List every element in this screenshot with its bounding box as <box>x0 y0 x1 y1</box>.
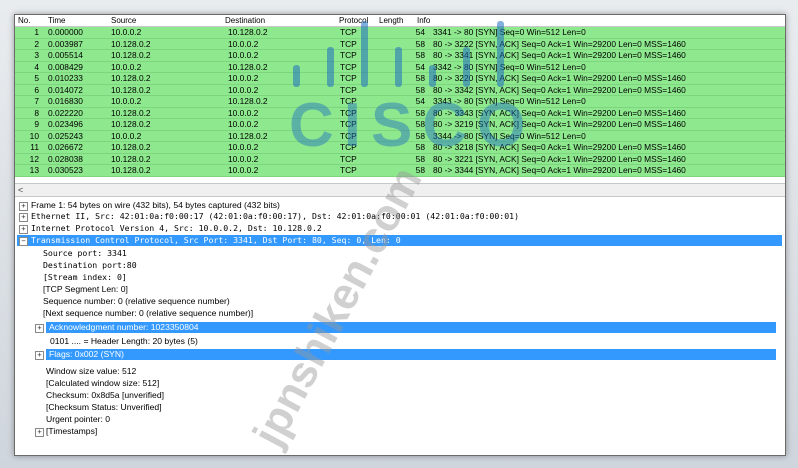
column-info[interactable]: Info <box>417 15 430 26</box>
table-row[interactable]: 7 0.016830 10.0.0.2 10.128.0.2 TCP 54 3343 -> … <box>15 96 785 108</box>
detail-window-size[interactable]: Window size value: 512 <box>46 366 136 377</box>
detail-sequence-number[interactable]: Sequence number: 0 (relative sequence nu… <box>43 296 230 307</box>
detail-next-sequence[interactable]: [Next sequence number: 0 (relative seque… <box>43 308 253 319</box>
column-length[interactable]: Length <box>379 15 403 26</box>
expand-plus-icon[interactable]: + <box>35 428 44 437</box>
expand-plus-icon[interactable]: + <box>19 213 28 222</box>
detail-frame[interactable]: Frame 1: 54 bytes on wire (432 bits), 54… <box>31 200 280 211</box>
table-row[interactable]: 9 0.023496 10.128.0.2 10.0.0.2 TCP 58 80 -> 32… <box>15 119 785 131</box>
wireshark-window: No. Time Source Destination Protocol Len… <box>14 14 786 456</box>
table-row[interactable]: 4 0.008429 10.0.0.2 10.128.0.2 TCP 54 3342 -> … <box>15 61 785 73</box>
table-row[interactable]: 6 0.014072 10.128.0.2 10.0.0.2 TCP 58 80 -> 33… <box>15 84 785 96</box>
scroll-left-icon[interactable]: < <box>18 184 23 196</box>
table-row[interactable]: 13 0.030523 10.128.0.2 10.0.0.2 TCP 58 80 -> 3… <box>15 165 785 177</box>
detail-timestamps[interactable]: [Timestamps] <box>46 426 97 437</box>
column-no[interactable]: No. <box>18 15 30 26</box>
column-protocol[interactable]: Protocol <box>339 15 368 26</box>
packet-list[interactable]: No. Time Source Destination Protocol Len… <box>15 15 785 183</box>
detail-tcp-selected[interactable]: − Transmission Control Protocol, Src Por… <box>17 235 782 246</box>
detail-calculated-window[interactable]: [Calculated window size: 512] <box>46 378 159 389</box>
expand-plus-icon[interactable]: + <box>19 225 28 234</box>
expand-plus-icon[interactable]: + <box>19 202 28 211</box>
detail-header-length[interactable]: 0101 .... = Header Length: 20 bytes (5) <box>50 336 198 347</box>
packet-list-header: No. Time Source Destination Protocol Len… <box>15 15 785 27</box>
table-row[interactable]: 12 0.028038 10.128.0.2 10.0.0.2 TCP 58 80 -> 3… <box>15 153 785 165</box>
table-row[interactable]: 5 0.010233 10.128.0.2 10.0.0.2 TCP 58 80 -> 32… <box>15 73 785 85</box>
detail-stream-index[interactable]: [Stream index: 0] <box>43 272 127 283</box>
table-row[interactable]: 8 0.022220 10.128.0.2 10.0.0.2 TCP 58 80 -> 33… <box>15 107 785 119</box>
detail-checksum-status[interactable]: [Checksum Status: Unverified] <box>46 402 162 413</box>
detail-checksum[interactable]: Checksum: 0x8d5a [unverified] <box>46 390 164 401</box>
packet-details[interactable]: + Frame 1: 54 bytes on wire (432 bits), … <box>15 197 785 455</box>
collapse-minus-icon[interactable]: − <box>19 237 28 246</box>
detail-ack-selected[interactable]: Acknowledgment number: 1023350804 <box>46 322 776 333</box>
column-destination[interactable]: Destination <box>225 15 265 26</box>
screenshot-backdrop: No. Time Source Destination Protocol Len… <box>0 0 798 468</box>
column-time[interactable]: Time <box>48 15 65 26</box>
horizontal-scrollbar[interactable]: < <box>15 183 785 197</box>
column-source[interactable]: Source <box>111 15 136 26</box>
detail-ethernet[interactable]: Ethernet II, Src: 42:01:0a:f0:00:17 (42:… <box>31 211 519 222</box>
table-row[interactable]: 1 0.000000 10.0.0.2 10.128.0.2 TCP 54 3341 -> … <box>15 27 785 39</box>
detail-destination-port[interactable]: Destination port:80 <box>43 260 137 271</box>
detail-flags-selected[interactable]: Flags: 0x002 (SYN) <box>46 349 776 360</box>
packet-rows: 1 0.000000 10.0.0.2 10.128.0.2 TCP 54 3341 -> … <box>15 27 785 177</box>
table-row[interactable]: 3 0.005514 10.128.0.2 10.0.0.2 TCP 58 80 -> 33… <box>15 50 785 62</box>
detail-source-port[interactable]: Source port: 3341 <box>43 248 127 259</box>
detail-urgent-pointer[interactable]: Urgent pointer: 0 <box>46 414 110 425</box>
table-row[interactable]: 11 0.026672 10.128.0.2 10.0.0.2 TCP 58 80 -> 3… <box>15 142 785 154</box>
expand-plus-icon[interactable]: + <box>35 351 44 360</box>
table-row[interactable]: 10 0.025243 10.0.0.2 10.128.0.2 TCP 58 3344 ->… <box>15 130 785 142</box>
detail-ip[interactable]: Internet Protocol Version 4, Src: 10.0.0… <box>31 223 322 234</box>
table-row[interactable]: 2 0.003987 10.128.0.2 10.0.0.2 TCP 58 80 -> 32… <box>15 38 785 50</box>
expand-plus-icon[interactable]: + <box>35 324 44 333</box>
detail-segment-len[interactable]: [TCP Segment Len: 0] <box>43 284 128 295</box>
